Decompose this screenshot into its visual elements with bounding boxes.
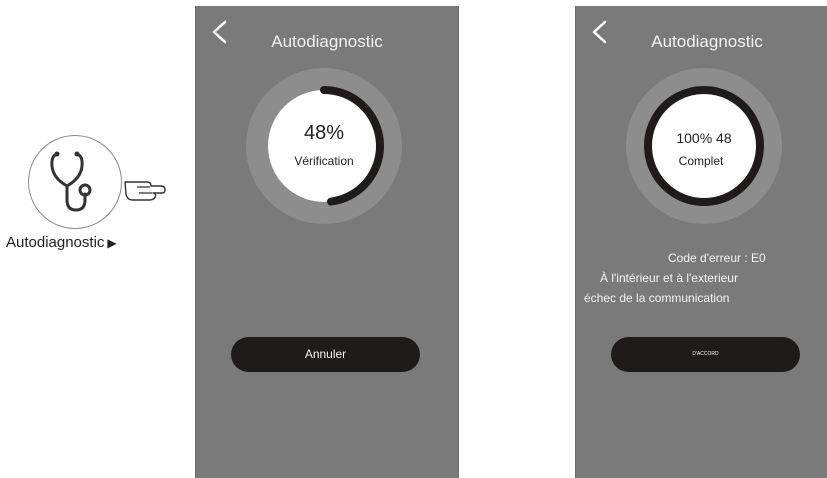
page-title: Autodiagnostic (651, 32, 763, 51)
pointing-hand-icon (124, 181, 166, 201)
progress-status: Complet (678, 154, 724, 168)
page-title: Autodiagnostic (271, 32, 383, 51)
autodiagnostic-label[interactable]: Autodiagnostic ▶ (6, 234, 117, 251)
progress-ring: 100% 48 Complet (626, 68, 782, 224)
autodiagnostic-button[interactable] (28, 135, 122, 229)
cancel-button[interactable]: Annuler (231, 337, 420, 372)
progress-percent: 48% (303, 122, 345, 144)
error-description: échec de la communication (584, 291, 730, 305)
stethoscope-icon (50, 151, 92, 212)
error-code: Code d'erreur : E0 (668, 251, 766, 265)
progress-status: Vérification (294, 154, 354, 168)
progress-arc (320, 86, 384, 206)
diagnostic-result-screen: Autodiagnostic 100% 48 Complet Code d'er… (575, 6, 827, 478)
progress-ring: 48% Vérification (246, 68, 402, 224)
error-location: À l'intérieur et à l'exterieur (600, 271, 738, 285)
diagnostic-illustration: Autodiagnostic ▶ (0, 0, 180, 478)
progress-arc (644, 86, 764, 206)
ok-button[interactable]: D'ACCORD (611, 337, 800, 372)
progress-percent: 100% 48 (676, 130, 732, 146)
diagnostic-progress-screen: Autodiagnostic 48% Vérification Annuler (195, 6, 459, 478)
